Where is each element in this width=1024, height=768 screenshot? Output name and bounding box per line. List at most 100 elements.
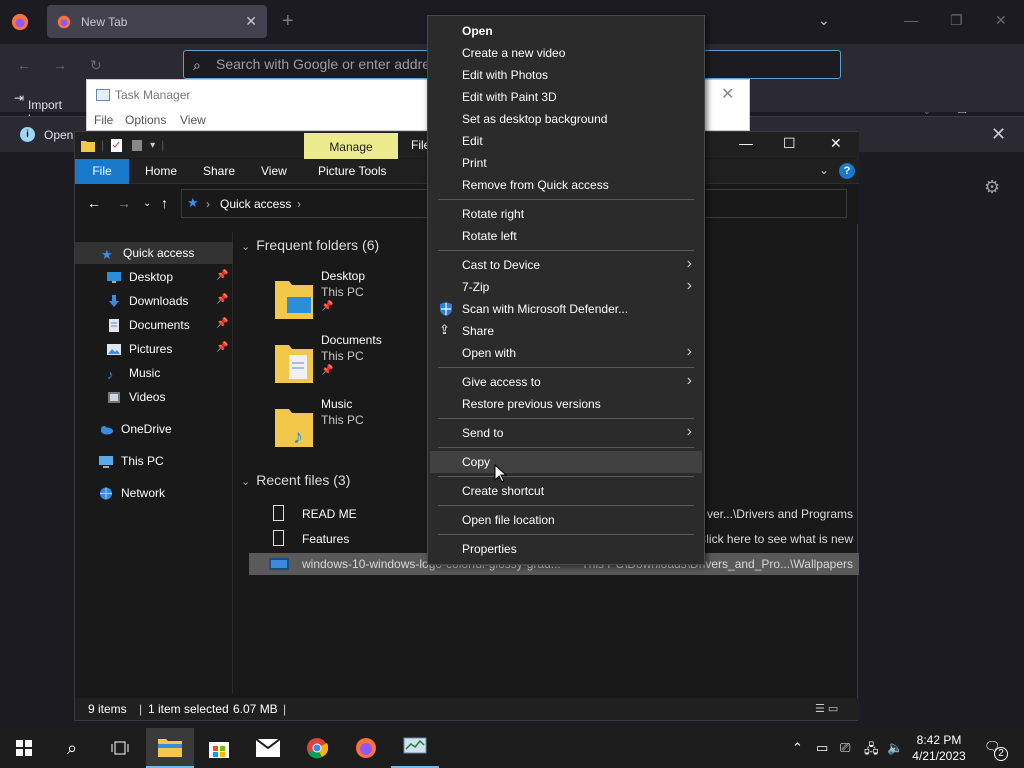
menu-view[interactable]: View <box>180 113 206 127</box>
forward-icon[interactable]: → <box>53 57 67 73</box>
frequent-folders-header[interactable]: ⌄ Frequent folders (6) <box>241 237 379 253</box>
back-icon[interactable]: ← <box>87 195 101 211</box>
taskbar-microsoft-store[interactable] <box>195 728 243 768</box>
breadcrumb[interactable]: Quick access <box>220 197 291 211</box>
nav-item-network[interactable]: Network <box>75 482 233 504</box>
volume-icon[interactable]: 🔈 <box>887 740 903 756</box>
pin-icon[interactable]: 📌 <box>216 294 228 305</box>
taskbar-firefox[interactable] <box>342 728 390 768</box>
menu-item-label: Restore previous versions <box>462 397 601 411</box>
menu-item-7-zip[interactable]: 7-Zip › <box>430 276 702 298</box>
menu-item-scan-with-microsoft-defender[interactable]: Scan with Microsoft Defender... <box>430 298 702 320</box>
taskbar-task-manager[interactable] <box>391 728 439 768</box>
tab-picture-tools[interactable]: Picture Tools <box>318 159 386 184</box>
task-view-button[interactable] <box>96 728 144 768</box>
collapse-chevron-icon[interactable]: ⌄ <box>241 241 250 253</box>
list-all-tabs-icon[interactable]: ⌄ <box>818 12 830 29</box>
tab-home[interactable]: Home <box>145 159 177 184</box>
tablet-icon[interactable]: ▭ <box>816 740 828 756</box>
menu-item-share[interactable]: ⇪ Share <box>430 320 702 342</box>
pin-icon[interactable]: 📌 <box>321 301 333 312</box>
close-icon[interactable]: ✕ <box>721 84 734 104</box>
menu-item-rotate-left[interactable]: Rotate left <box>430 225 702 247</box>
taskbar-file-explorer[interactable] <box>146 728 194 768</box>
up-icon[interactable]: ↑ <box>161 195 168 211</box>
nav-item-documents[interactable]: Documents 📌 <box>75 314 233 336</box>
menu-item-give-access-to[interactable]: Give access to › <box>430 371 702 393</box>
menu-item-open[interactable]: Open <box>430 20 702 42</box>
expand-ribbon-icon[interactable]: ⌄ <box>819 163 829 177</box>
menu-item-edit-with-photos[interactable]: Edit with Photos <box>430 64 702 86</box>
firefox-menu-icon[interactable] <box>11 13 29 31</box>
menu-item-set-as-desktop-background[interactable]: Set as desktop background <box>430 108 702 130</box>
nav-item-videos[interactable]: Videos <box>75 386 233 408</box>
menu-item-create-a-new-video[interactable]: Create a new video <box>430 42 702 64</box>
minimize-icon[interactable]: — <box>739 135 753 151</box>
tab-share[interactable]: Share <box>203 159 235 184</box>
manage-contextual-tab[interactable]: Manage <box>304 133 398 161</box>
close-icon[interactable]: ✕ <box>995 12 1007 29</box>
minimize-icon[interactable]: — <box>904 12 918 28</box>
pin-icon[interactable]: 📌 <box>216 270 228 281</box>
nav-label: OneDrive <box>121 422 172 436</box>
view-toggle-icons[interactable]: ☰ ▭ <box>815 702 838 715</box>
menu-item-create-shortcut[interactable]: Create shortcut <box>430 480 702 502</box>
recent-files-header[interactable]: ⌄ Recent files (3) <box>241 472 350 488</box>
meet-now-icon[interactable]: ⎚ <box>840 740 850 756</box>
show-hidden-icons-icon[interactable]: ⌃ <box>792 740 803 756</box>
help-icon[interactable]: ? <box>839 163 855 179</box>
nav-item-music[interactable]: ♪ Music <box>75 362 233 384</box>
restore-icon[interactable]: ❐ <box>950 12 963 29</box>
menu-item-open-file-location[interactable]: Open file location <box>430 509 702 531</box>
pin-icon[interactable]: 📌 <box>321 365 333 376</box>
nav-item-onedrive[interactable]: OneDrive <box>75 418 233 440</box>
recent-locations-icon[interactable]: ⌄ <box>143 198 151 209</box>
menu-item-properties[interactable]: Properties <box>430 538 702 560</box>
collapse-chevron-icon[interactable]: ⌄ <box>241 476 250 488</box>
nav-item-this-pc[interactable]: This PC <box>75 450 233 472</box>
nav-item-pictures[interactable]: Pictures 📌 <box>75 338 233 360</box>
pin-icon[interactable]: 📌 <box>216 342 228 353</box>
settings-gear-icon[interactable]: ⚙ <box>984 177 1000 198</box>
tab-view[interactable]: View <box>261 159 287 184</box>
tab-close-icon[interactable]: ✕ <box>245 13 257 30</box>
customize-qat-icon[interactable]: ▾ <box>150 140 155 151</box>
breadcrumb-separator-icon[interactable]: › <box>206 197 210 211</box>
menu-item-edit[interactable]: Edit <box>430 130 702 152</box>
tab-new-tab[interactable]: New Tab ✕ <box>47 5 267 38</box>
menu-item-restore-previous-versions[interactable]: Restore previous versions <box>430 393 702 415</box>
tab-file[interactable]: File <box>75 159 129 184</box>
menu-item-send-to[interactable]: Send to › <box>430 422 702 444</box>
menu-item-edit-with-paint-3d[interactable]: Edit with Paint 3D <box>430 86 702 108</box>
forward-icon[interactable]: → <box>117 195 131 211</box>
new-tab-button[interactable]: + <box>282 10 294 33</box>
menu-file[interactable]: File <box>94 113 113 127</box>
properties-icon[interactable] <box>110 138 124 152</box>
menu-item-rotate-right[interactable]: Rotate right <box>430 203 702 225</box>
notification-count-badge: 2 <box>994 747 1008 761</box>
breadcrumb-separator-icon[interactable]: › <box>297 197 301 211</box>
close-icon[interactable]: ✕ <box>830 135 842 152</box>
nav-item-downloads[interactable]: Downloads 📌 <box>75 290 233 312</box>
search-button[interactable]: ⌕ <box>48 728 96 768</box>
clock[interactable]: 8:42 PM 4/21/2023 <box>905 732 973 764</box>
menu-options[interactable]: Options <box>125 113 166 127</box>
new-folder-icon[interactable] <box>130 139 144 152</box>
menu-item-cast-to-device[interactable]: Cast to Device › <box>430 254 702 276</box>
start-button[interactable] <box>0 728 48 768</box>
back-icon[interactable]: ← <box>17 57 31 73</box>
menu-item-print[interactable]: Print <box>430 152 702 174</box>
menu-item-open-with[interactable]: Open with › <box>430 342 702 364</box>
network-icon[interactable]: 🖧 <box>864 740 879 762</box>
taskbar-chrome[interactable] <box>293 728 341 768</box>
nav-item-quick-access[interactable]: ★ Quick access <box>75 242 233 264</box>
pin-icon[interactable]: 📌 <box>216 318 228 329</box>
menu-item-copy[interactable]: Copy <box>430 451 702 473</box>
maximize-icon[interactable]: ☐ <box>783 135 796 152</box>
close-notification-icon[interactable]: ✕ <box>991 124 1006 145</box>
menu-item-remove-from-quick-access[interactable]: Remove from Quick access <box>430 174 702 196</box>
nav-item-desktop[interactable]: Desktop 📌 <box>75 266 233 288</box>
taskbar-mail[interactable] <box>244 728 292 768</box>
import-bookmarks-link[interactable]: ⇥ Import bo <box>14 91 62 126</box>
reload-icon[interactable]: ↻ <box>90 57 102 74</box>
